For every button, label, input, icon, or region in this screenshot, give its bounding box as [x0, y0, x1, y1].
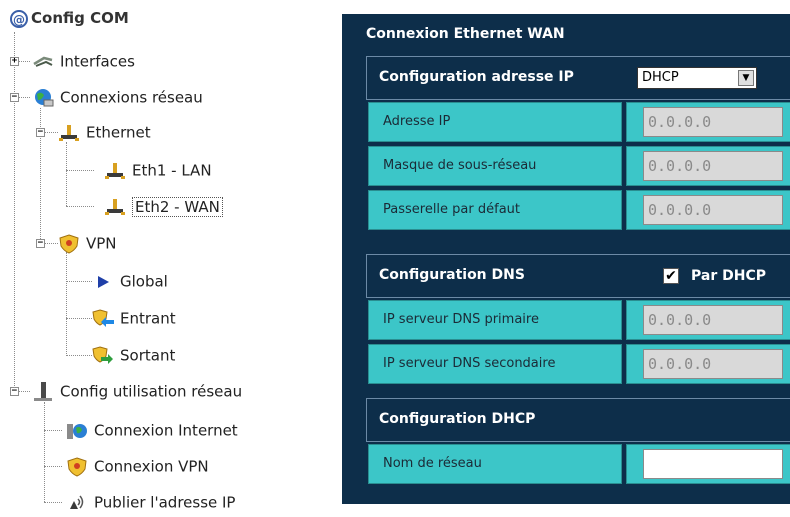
field-label: Nom de réseau [368, 444, 622, 484]
section-dns: Configuration DNS ✔ Par DHCP [366, 254, 790, 298]
play-arrow-icon [98, 275, 109, 288]
section-ip-title: Configuration adresse IP [379, 69, 574, 85]
field-row-dns-secondaire: IP serveur DNS secondaire [366, 342, 790, 386]
at-logo-icon: @ [10, 9, 28, 28]
field-row-masque: Masque de sous-réseau [366, 144, 790, 188]
collapse-toggle-ethernet[interactable]: − [36, 128, 45, 137]
section-ip: Configuration adresse IP DHCP ▼ [366, 56, 790, 100]
nom-reseau-input[interactable] [643, 449, 783, 479]
collapse-toggle-connexions[interactable]: − [10, 93, 19, 102]
field-label: Masque de sous-réseau [368, 146, 622, 186]
tower-pc-icon [34, 381, 52, 401]
field-row-adresse-ip: Adresse IP [366, 100, 790, 144]
dns-dhcp-checkbox[interactable]: ✔ [663, 268, 679, 284]
field-label: Passerelle par défaut [368, 190, 622, 230]
collapse-toggle-config-utilisation[interactable]: − [10, 387, 19, 396]
dns-secondaire-input[interactable] [643, 349, 783, 379]
tree-item-eth1-lan[interactable]: Eth1 - LAN [104, 159, 212, 181]
dns-primaire-input[interactable] [643, 305, 783, 335]
ethernet-connector-icon [59, 124, 79, 141]
tree-item-publier-ip[interactable]: Publier l'adresse IP [66, 491, 235, 513]
tree-item-connexion-vpn[interactable]: Connexion VPN [66, 455, 209, 477]
ip-mode-select[interactable]: DHCP ▼ [637, 67, 757, 89]
tree-item-eth2-wan[interactable]: Eth2 - WAN [104, 195, 223, 217]
tree-item-connexion-internet[interactable]: Connexion Internet [66, 419, 238, 441]
vpn-shield-icon [59, 233, 79, 254]
ethernet-connector-icon [105, 198, 125, 215]
vpn-shield-icon [67, 456, 87, 477]
collapse-toggle-vpn[interactable]: − [36, 239, 45, 248]
field-row-nom-reseau: Nom de réseau [366, 442, 790, 486]
field-label: IP serveur DNS primaire [368, 300, 622, 340]
tree-item-config-utilisation[interactable]: Config utilisation réseau [32, 380, 242, 402]
section-dhcp: Configuration DHCP [366, 398, 790, 442]
field-row-dns-primaire: IP serveur DNS primaire [366, 298, 790, 342]
dns-dhcp-checkbox-label[interactable]: Par DHCP [691, 268, 766, 284]
panel-title: Connexion Ethernet WAN [366, 26, 565, 42]
adresse-ip-input[interactable] [643, 107, 783, 137]
section-dhcp-title: Configuration DHCP [379, 411, 536, 427]
masque-input[interactable] [643, 151, 783, 181]
tree-item-ethernet[interactable]: Ethernet [58, 121, 151, 143]
tree-item-connexions-reseau[interactable]: Connexions réseau [32, 86, 203, 108]
tree-item-vpn[interactable]: VPN [58, 232, 117, 254]
passerelle-input[interactable] [643, 195, 783, 225]
vpn-outgoing-icon [92, 345, 113, 364]
expand-toggle-interfaces[interactable]: + [10, 57, 19, 66]
tree-item-sortant[interactable]: Sortant [92, 344, 175, 366]
broadcast-icon [70, 495, 84, 509]
tree-root[interactable]: @ Config COM [10, 8, 129, 28]
field-label: Adresse IP [368, 102, 622, 142]
field-row-passerelle: Passerelle par défaut [366, 188, 790, 232]
globe-network-icon [35, 88, 54, 106]
config-panel: Connexion Ethernet WAN Configuration adr… [342, 14, 790, 504]
navigation-tree: @ Config COM + − − − − Interfaces Connexi… [0, 0, 330, 517]
field-label: IP serveur DNS secondaire [368, 344, 622, 384]
internet-globe-icon [67, 423, 87, 439]
chevron-down-icon: ▼ [738, 70, 754, 86]
ethernet-connector-icon [105, 162, 125, 179]
tree-root-label: Config COM [31, 9, 129, 27]
vpn-incoming-icon [92, 308, 114, 327]
network-cable-icon [33, 56, 53, 67]
section-dns-title: Configuration DNS [379, 267, 525, 283]
tree-item-global[interactable]: Global [92, 270, 168, 292]
tree-item-interfaces[interactable]: Interfaces [32, 50, 135, 72]
tree-item-entrant[interactable]: Entrant [92, 307, 176, 329]
